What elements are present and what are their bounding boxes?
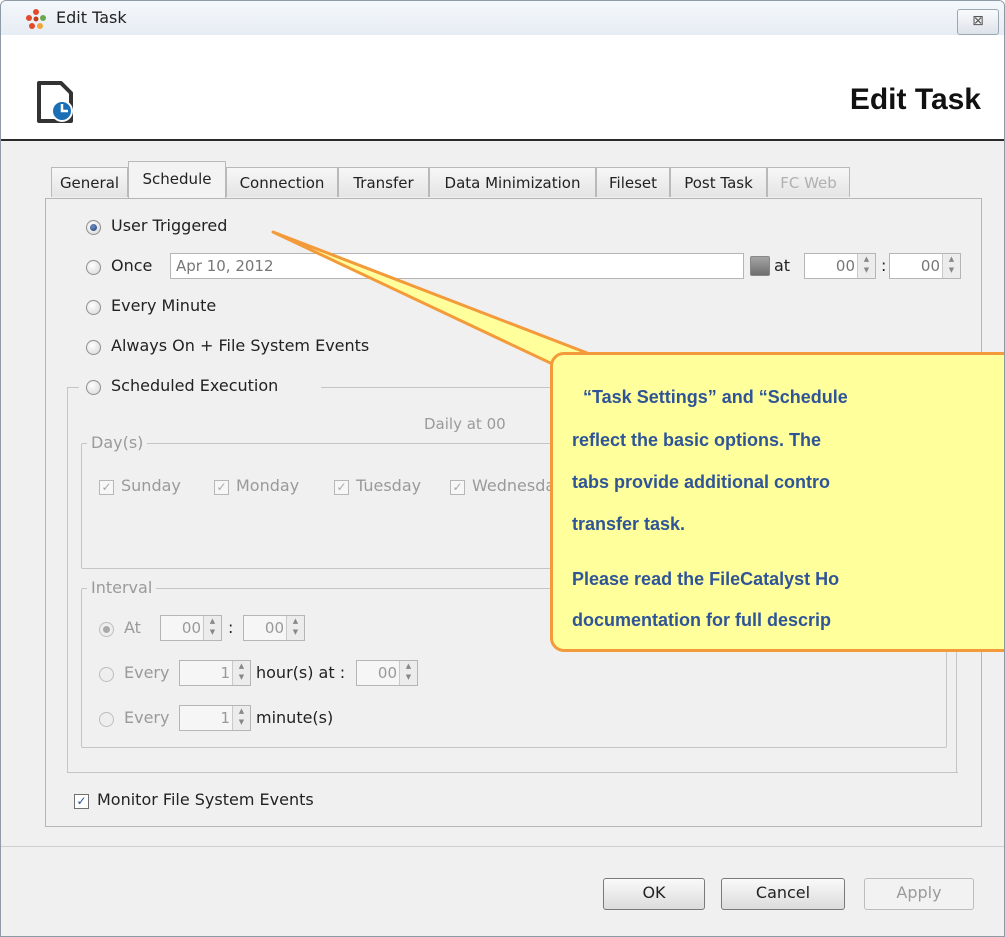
callout-line: “Task Settings” and “Schedule [583, 387, 848, 407]
callout-box: “Task Settings” and “Schedule reflect th… [550, 352, 1004, 652]
callout-line: tabs provide additional contro [572, 472, 831, 492]
edit-task-window: Edit Task ⊠ Edit Task General Schedule C… [0, 0, 1005, 937]
callout-line: Please read the FileCatalyst Ho [572, 569, 840, 589]
callout-seam [563, 355, 623, 363]
callout-line: documentation for full descrip [572, 610, 832, 630]
callout-line: transfer task. [572, 514, 686, 534]
callout-line: reflect the basic options. The [572, 430, 822, 450]
